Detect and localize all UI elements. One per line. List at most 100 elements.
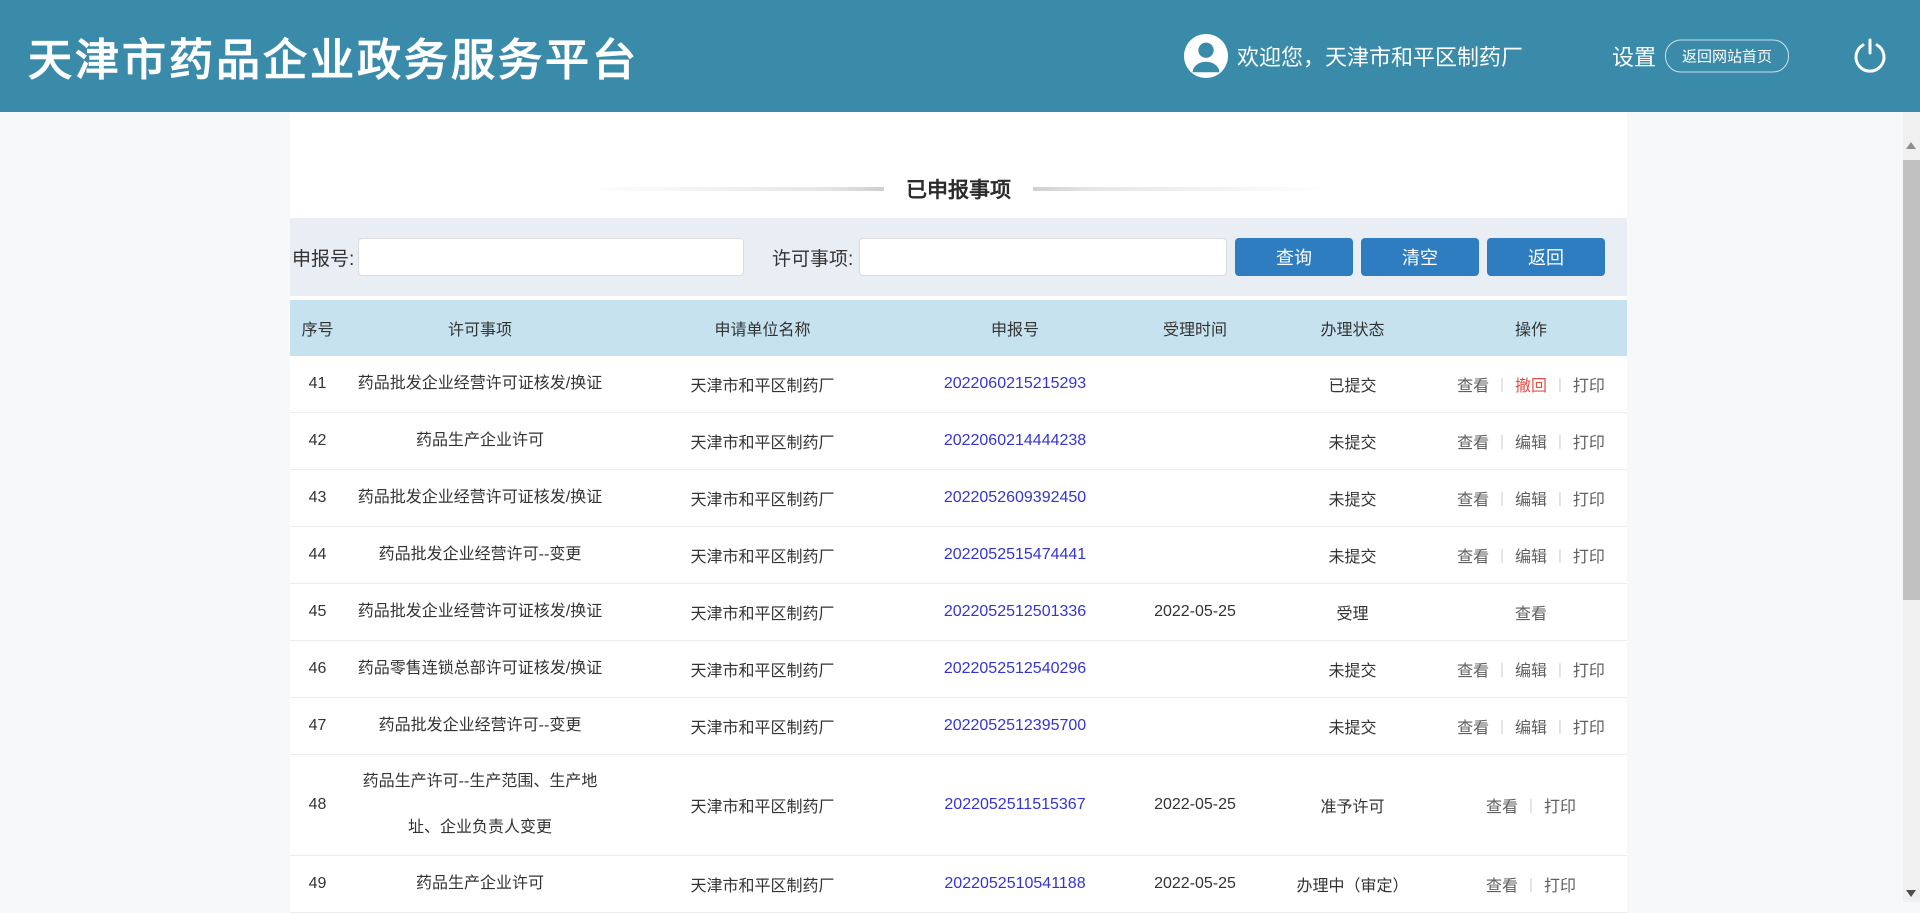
action-link-查看[interactable]: 查看 bbox=[1486, 872, 1518, 896]
page-title: 已申报事项 bbox=[906, 179, 1011, 202]
action-link-查看[interactable]: 查看 bbox=[1486, 793, 1518, 817]
action-link-查看[interactable]: 查看 bbox=[1457, 714, 1489, 738]
row-seq: 49 bbox=[308, 875, 327, 892]
user-avatar-icon bbox=[1183, 33, 1229, 79]
declare-no-link[interactable]: 2022052512501336 bbox=[944, 603, 1086, 621]
declare-no-cell: 2022052511515367 bbox=[910, 755, 1120, 855]
declare-no-cell: 2022052515474441 bbox=[910, 527, 1120, 583]
col-header-accepttime: 受理时间 bbox=[1162, 322, 1227, 339]
action-separator: | bbox=[1529, 875, 1533, 893]
row-seq: 47 bbox=[308, 717, 327, 734]
action-link-编辑[interactable]: 编辑 bbox=[1515, 714, 1547, 738]
action-separator: | bbox=[1558, 660, 1562, 678]
status-text: 未提交 bbox=[1328, 720, 1377, 737]
settings-button[interactable]: 设置 bbox=[1612, 40, 1656, 72]
app-title: 天津市药品企业政务服务平台 bbox=[28, 36, 639, 85]
actions-cell: 查看 | 编辑 | 打印 bbox=[1435, 413, 1627, 469]
back-button[interactable]: 返回 bbox=[1487, 238, 1605, 276]
table-row: 49 药品生产企业许可 天津市和平区制药厂 2022052510541188 2022-… bbox=[290, 856, 1627, 913]
action-link-查看[interactable]: 查看 bbox=[1457, 657, 1489, 681]
accept-time-text: 2022-05-25 bbox=[1154, 796, 1236, 813]
license-item-text: 药品批发企业经营许可--变更 bbox=[378, 546, 582, 563]
action-link-查看[interactable]: 查看 bbox=[1515, 600, 1547, 624]
row-seq: 45 bbox=[308, 603, 327, 620]
declare-no-input[interactable] bbox=[358, 238, 744, 276]
action-link-打印[interactable]: 打印 bbox=[1573, 372, 1605, 396]
action-separator: | bbox=[1558, 489, 1562, 507]
accept-time-text bbox=[1120, 470, 1270, 526]
declare-no-label: 申报号: bbox=[292, 248, 355, 270]
declare-no-link[interactable]: 2022052609392450 bbox=[944, 489, 1086, 507]
app-header: 天津市药品企业政务服务平台 欢迎您，天津市和平区制药厂 设置 返回网站首页 bbox=[0, 0, 1920, 112]
row-seq: 44 bbox=[308, 546, 327, 563]
action-link-查看[interactable]: 查看 bbox=[1457, 486, 1489, 510]
declare-no-link[interactable]: 2022052511515367 bbox=[944, 796, 1085, 814]
action-link-打印[interactable]: 打印 bbox=[1573, 543, 1605, 567]
action-link-编辑[interactable]: 编辑 bbox=[1515, 657, 1547, 681]
action-link-打印[interactable]: 打印 bbox=[1573, 657, 1605, 681]
status-text: 未提交 bbox=[1328, 492, 1377, 509]
action-separator: | bbox=[1558, 432, 1562, 450]
table-row: 43 药品批发企业经营许可证核发/换证 天津市和平区制药厂 2022052609392… bbox=[290, 470, 1627, 527]
action-link-打印[interactable]: 打印 bbox=[1544, 872, 1576, 896]
action-link-打印[interactable]: 打印 bbox=[1544, 793, 1576, 817]
back-to-site-home-button[interactable]: 返回网站首页 bbox=[1665, 39, 1790, 73]
declare-no-link[interactable]: 2022052510541188 bbox=[944, 875, 1085, 893]
logout-power-icon[interactable] bbox=[1850, 36, 1890, 76]
accept-time-text: 2022-05-25 bbox=[1154, 603, 1236, 620]
declare-no-link[interactable]: 2022052515474441 bbox=[944, 546, 1086, 564]
status-text: 未提交 bbox=[1328, 435, 1377, 452]
company-name-text: 天津市和平区制药厂 bbox=[690, 435, 835, 452]
row-seq: 42 bbox=[308, 432, 327, 449]
declare-no-link[interactable]: 2022060215215293 bbox=[944, 375, 1086, 393]
search-bar: 申报号: 许可事项: 查询 清空 返回 bbox=[290, 218, 1627, 296]
col-header-item: 许可事项 bbox=[447, 322, 512, 339]
license-item-input[interactable] bbox=[859, 238, 1227, 276]
action-separator: | bbox=[1529, 796, 1533, 814]
row-seq: 46 bbox=[308, 660, 327, 677]
query-button[interactable]: 查询 bbox=[1235, 238, 1353, 276]
action-link-打印[interactable]: 打印 bbox=[1573, 429, 1605, 453]
clear-button[interactable]: 清空 bbox=[1361, 238, 1479, 276]
scrollbar-up-arrow-icon[interactable] bbox=[1906, 142, 1916, 149]
table-row: 42 药品生产企业许可 天津市和平区制药厂 2022060214444238 未提交 查看… bbox=[290, 413, 1627, 470]
action-link-编辑[interactable]: 编辑 bbox=[1515, 543, 1547, 567]
search-buttons: 查询 清空 返回 bbox=[1227, 238, 1605, 276]
col-header-status: 办理状态 bbox=[1320, 322, 1385, 339]
action-link-查看[interactable]: 查看 bbox=[1457, 372, 1489, 396]
col-header-seq: 序号 bbox=[301, 322, 334, 339]
action-separator: | bbox=[1500, 432, 1504, 450]
actions-cell: 查看 | 编辑 | 打印 bbox=[1435, 641, 1627, 697]
declare-no-link[interactable]: 2022052512540296 bbox=[944, 660, 1086, 678]
action-link-查看[interactable]: 查看 bbox=[1457, 429, 1489, 453]
action-link-查看[interactable]: 查看 bbox=[1457, 543, 1489, 567]
declare-no-cell: 2022052512395700 bbox=[910, 698, 1120, 754]
title-decoration-right bbox=[1033, 187, 1333, 191]
license-item-text: 药品批发企业经营许可证核发/换证 bbox=[357, 603, 603, 620]
scrollbar-down-arrow-icon[interactable] bbox=[1906, 890, 1916, 897]
action-link-编辑[interactable]: 编辑 bbox=[1515, 486, 1547, 510]
actions-cell: 查看 bbox=[1435, 584, 1627, 640]
title-decoration-left bbox=[584, 187, 884, 191]
scrollbar-thumb[interactable] bbox=[1903, 160, 1920, 600]
accept-time-text bbox=[1120, 527, 1270, 583]
action-link-编辑[interactable]: 编辑 bbox=[1515, 429, 1547, 453]
license-item-text: 药品生产许可--生产范围、生产地址、企业负责人变更 bbox=[362, 773, 598, 836]
actions-cell: 查看 | 编辑 | 打印 bbox=[1435, 698, 1627, 754]
declare-no-link[interactable]: 2022052512395700 bbox=[944, 717, 1086, 735]
action-separator: | bbox=[1558, 546, 1562, 564]
declare-no-link[interactable]: 2022060214444238 bbox=[944, 432, 1086, 450]
table-row: 48 药品生产许可--生产范围、生产地址、企业负责人变更 天津市和平区制药厂 2022… bbox=[290, 755, 1627, 856]
row-seq: 48 bbox=[308, 796, 327, 813]
status-text: 未提交 bbox=[1328, 663, 1377, 680]
action-link-撤回[interactable]: 撤回 bbox=[1515, 372, 1547, 396]
action-link-打印[interactable]: 打印 bbox=[1573, 714, 1605, 738]
table-row: 47 药品批发企业经营许可--变更 天津市和平区制药厂 202205251239570… bbox=[290, 698, 1627, 755]
user-welcome: 欢迎您，天津市和平区制药厂 bbox=[1183, 33, 1523, 79]
vertical-scrollbar[interactable] bbox=[1903, 112, 1920, 902]
table-row: 44 药品批发企业经营许可--变更 天津市和平区制药厂 202205251547444… bbox=[290, 527, 1627, 584]
company-name-text: 天津市和平区制药厂 bbox=[690, 799, 835, 816]
col-header-actions: 操作 bbox=[1514, 322, 1547, 339]
action-link-打印[interactable]: 打印 bbox=[1573, 486, 1605, 510]
company-name-text: 天津市和平区制药厂 bbox=[690, 663, 835, 680]
